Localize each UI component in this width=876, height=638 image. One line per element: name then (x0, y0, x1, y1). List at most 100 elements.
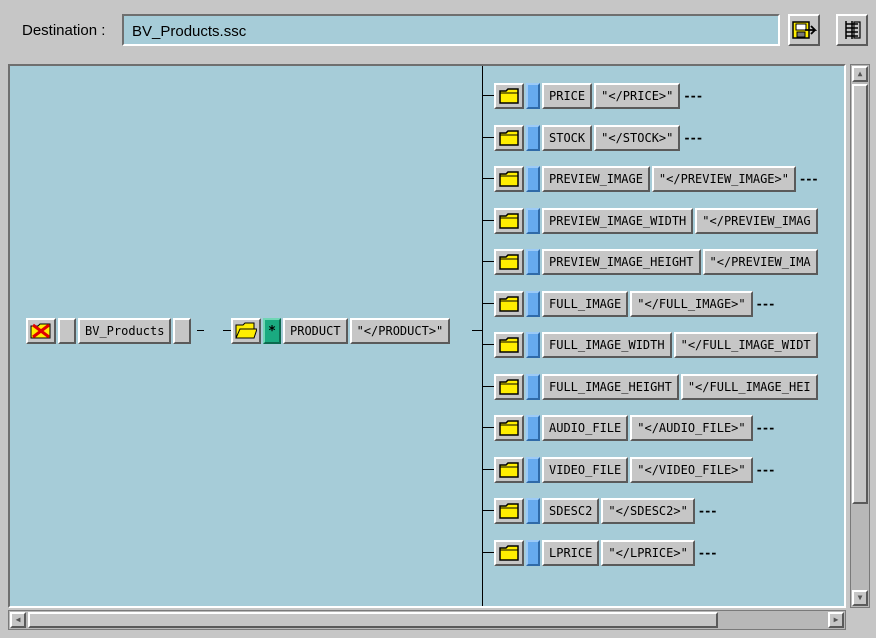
element-marker[interactable] (526, 332, 540, 358)
element-close-tag[interactable]: "</PREVIEW_IMA (702, 249, 818, 275)
scroll-right-button[interactable]: ▶ (828, 612, 844, 628)
element-folder-button[interactable] (494, 291, 524, 317)
element-folder-button[interactable] (494, 332, 524, 358)
save-button[interactable] (788, 14, 820, 46)
element-close-tag[interactable]: "</FULL_IMAGE_WIDT (673, 332, 818, 358)
vertical-scroll-thumb[interactable] (852, 84, 868, 504)
child-element-node[interactable]: PREVIEW_IMAGE_WIDTH "</PREVIEW_IMAG (494, 206, 821, 236)
element-folder-button[interactable] (494, 540, 524, 566)
child-element-node[interactable]: VIDEO_FILE "</VIDEO_FILE>" --- (494, 455, 775, 485)
element-marker[interactable] (526, 249, 540, 275)
element-name[interactable]: LPRICE (542, 540, 600, 566)
element-marker[interactable] (526, 125, 540, 151)
child-element-node[interactable]: FULL_IMAGE_WIDTH "</FULL_IMAGE_WIDT (494, 330, 821, 360)
product-name[interactable]: PRODUCT (283, 318, 348, 344)
child-element-node[interactable]: PREVIEW_IMAGE "</PREVIEW_IMAGE>" --- (494, 164, 819, 194)
child-element-node[interactable]: PREVIEW_IMAGE_HEIGHT "</PREVIEW_IMA (494, 247, 821, 277)
element-marker[interactable] (526, 291, 540, 317)
element-marker[interactable] (526, 374, 540, 400)
element-marker[interactable] (526, 415, 540, 441)
element-folder-button[interactable] (494, 125, 524, 151)
element-folder-button[interactable] (494, 457, 524, 483)
element-close-tag[interactable]: "</PREVIEW_IMAGE>" (651, 166, 796, 192)
element-folder-button[interactable] (494, 249, 524, 275)
child-element-node[interactable]: AUDIO_FILE "</AUDIO_FILE>" --- (494, 413, 775, 443)
element-folder-button[interactable] (494, 208, 524, 234)
product-node[interactable]: * PRODUCT "</PRODUCT>" (231, 316, 452, 346)
element-name[interactable]: AUDIO_FILE (542, 415, 629, 441)
vertical-scrollbar[interactable]: ▲ ▼ (850, 64, 870, 608)
connector-dashes: --- (683, 89, 703, 103)
branch-connector (483, 427, 494, 428)
child-element-node[interactable]: STOCK "</STOCK>" --- (494, 123, 703, 153)
product-folder-button[interactable] (231, 318, 261, 344)
element-close-tag[interactable]: "</STOCK>" (594, 125, 681, 151)
root-option-button[interactable] (58, 318, 76, 344)
element-close-tag[interactable]: "</FULL_IMAGE_HEI (680, 374, 818, 400)
connector-line (472, 330, 482, 331)
element-marker[interactable] (526, 166, 540, 192)
element-marker[interactable] (526, 83, 540, 109)
product-close-tag[interactable]: "</PRODUCT>" (349, 318, 451, 344)
root-node[interactable]: BV_Products (26, 316, 193, 346)
root-name[interactable]: BV_Products (78, 318, 172, 344)
element-close-tag[interactable]: "</AUDIO_FILE>" (630, 415, 753, 441)
branch-connector (483, 95, 494, 96)
destination-field[interactable]: BV_Products.ssc (122, 14, 780, 46)
element-close-tag[interactable]: "</SDESC2>" (601, 498, 695, 524)
scroll-up-button[interactable]: ▲ (852, 66, 868, 82)
element-folder-button[interactable] (494, 415, 524, 441)
horizontal-scroll-thumb[interactable] (28, 612, 718, 628)
child-element-node[interactable]: SDESC2 "</SDESC2>" --- (494, 496, 718, 526)
element-marker[interactable] (526, 498, 540, 524)
branch-connector (483, 220, 494, 221)
element-close-tag[interactable]: "</FULL_IMAGE>" (630, 291, 753, 317)
child-element-node[interactable]: PRICE "</PRICE>" --- (494, 81, 703, 111)
element-name[interactable]: FULL_IMAGE_WIDTH (542, 332, 672, 358)
mapping-tree-canvas[interactable]: BV_Products * PRODUCT "</PRODUCT>" PRICE… (8, 64, 846, 608)
branch-connector (483, 552, 494, 553)
child-element-node[interactable]: FULL_IMAGE_HEIGHT "</FULL_IMAGE_HEI (494, 372, 821, 402)
element-close-tag[interactable]: "</PRICE>" (594, 83, 681, 109)
tree-layout-button[interactable] (836, 14, 868, 46)
element-name[interactable]: STOCK (542, 125, 593, 151)
save-icon (792, 21, 817, 39)
product-repeat-marker[interactable]: * (263, 318, 281, 344)
element-marker[interactable] (526, 208, 540, 234)
tree-trunk-line (482, 66, 483, 606)
horizontal-scrollbar[interactable]: ◀ ▶ (8, 610, 846, 630)
element-folder-button[interactable] (494, 83, 524, 109)
scroll-down-button[interactable]: ▼ (852, 590, 868, 606)
root-folder-button[interactable] (26, 318, 56, 344)
element-marker[interactable] (526, 540, 540, 566)
folder-icon (499, 379, 519, 395)
element-folder-button[interactable] (494, 166, 524, 192)
folder-icon (499, 296, 519, 312)
child-element-node[interactable]: LPRICE "</LPRICE>" --- (494, 538, 718, 568)
scroll-left-button[interactable]: ◀ (10, 612, 26, 628)
folder-error-icon (30, 323, 51, 339)
element-close-tag[interactable]: "</VIDEO_FILE>" (630, 457, 753, 483)
element-name[interactable]: VIDEO_FILE (542, 457, 629, 483)
element-name[interactable]: PRICE (542, 83, 593, 109)
child-element-node[interactable]: FULL_IMAGE "</FULL_IMAGE>" --- (494, 289, 775, 319)
folder-icon (499, 254, 519, 270)
element-name[interactable]: PREVIEW_IMAGE_HEIGHT (542, 249, 701, 275)
element-marker[interactable] (526, 457, 540, 483)
element-name[interactable]: FULL_IMAGE (542, 291, 629, 317)
element-name[interactable]: PREVIEW_IMAGE_WIDTH (542, 208, 694, 234)
folder-open-icon (235, 322, 257, 339)
root-option-button[interactable] (173, 318, 192, 344)
branch-connector (483, 344, 494, 345)
connector-dashes: --- (697, 546, 718, 560)
element-name[interactable]: PREVIEW_IMAGE (542, 166, 650, 192)
element-close-tag[interactable]: "</LPRICE>" (601, 540, 695, 566)
folder-icon (499, 88, 519, 104)
element-name[interactable]: SDESC2 (542, 498, 600, 524)
element-folder-button[interactable] (494, 498, 524, 524)
connector-dashes: --- (683, 131, 703, 145)
element-name[interactable]: FULL_IMAGE_HEIGHT (542, 374, 679, 400)
folder-icon (499, 171, 519, 187)
element-folder-button[interactable] (494, 374, 524, 400)
element-close-tag[interactable]: "</PREVIEW_IMAG (695, 208, 818, 234)
